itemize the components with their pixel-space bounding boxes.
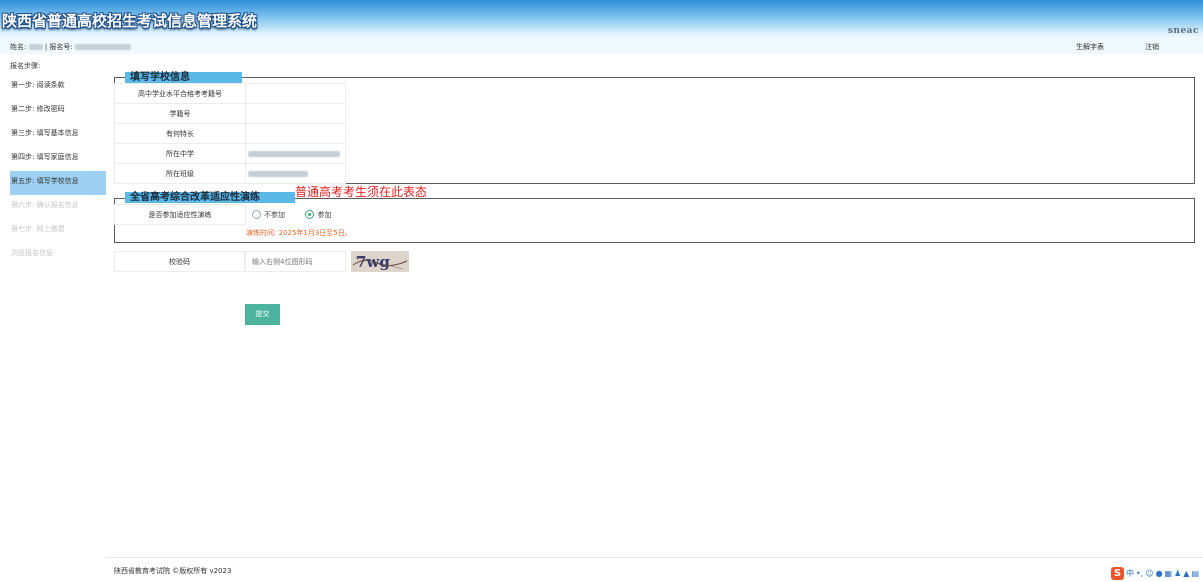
- ime-punct-icon[interactable]: •,: [1136, 569, 1143, 578]
- footer-divider: [106, 557, 1203, 558]
- app-title: 陕西省普通高校招生考试信息管理系统: [2, 12, 258, 30]
- student-id-input[interactable]: [245, 103, 346, 124]
- table-row: 所在中学: [114, 143, 346, 164]
- table-row: 高中学业水平合格考考籍号: [114, 83, 346, 104]
- specialty-label: 有何特长: [114, 123, 246, 144]
- sidebar-steps: 第一步: 阅读条款 第二步: 修改密码 第三步: 填写基本信息 第四步: 填写家…: [10, 75, 106, 267]
- drill-legend: 全省高考综合改革适应性演练: [125, 192, 295, 203]
- school-info-legend: 填写学校信息: [125, 72, 242, 83]
- ime-keyboard-icon[interactable]: ▦: [1165, 569, 1173, 578]
- ime-toolbar: S 中 •, ☺ ● ▦ ♟ ▲ ▤: [1110, 567, 1199, 580]
- table-row: 学籍号: [114, 103, 346, 124]
- table-row: 所在班级: [114, 163, 346, 184]
- radio-not-participate[interactable]: [252, 210, 261, 219]
- submit-button[interactable]: 提交: [245, 304, 280, 325]
- table-row: 有何特长: [114, 123, 346, 144]
- captcha-text: 7wg: [356, 253, 390, 271]
- class-value: [245, 163, 346, 184]
- sidebar-step-4[interactable]: 第四步: 填写家庭信息: [10, 147, 106, 171]
- user-info: 姓名: | 报名号:: [10, 42, 132, 52]
- ime-user-icon[interactable]: ♟: [1174, 569, 1181, 578]
- name-label: 姓名:: [10, 43, 27, 51]
- sidebar-step-6: 第六步: 确认报名信息: [11, 201, 79, 209]
- reg-label: 报名号:: [49, 43, 73, 51]
- user-info-bar: 姓名: | 报名号: 生解字表 注销: [0, 38, 1203, 54]
- drill-question-label: 是否参加适应性演练: [114, 204, 246, 225]
- sidebar-step-browse: 浏览报名信息: [11, 249, 53, 257]
- ime-logo-icon[interactable]: S: [1110, 567, 1124, 580]
- student-id-label: 学籍号: [114, 103, 246, 124]
- sidebar-step-1[interactable]: 第一步: 阅读条款: [10, 75, 106, 99]
- logout-link[interactable]: 注销: [1145, 42, 1159, 52]
- separator: |: [44, 43, 48, 51]
- ime-menu-icon[interactable]: ▤: [1191, 569, 1199, 578]
- sidebar-step-3[interactable]: 第三步: 填写基本信息: [10, 123, 106, 147]
- brand-logo-text: sneac: [1167, 26, 1199, 36]
- school-label: 所在中学: [114, 143, 246, 164]
- header-banner: 陕西省普通高校招生考试信息管理系统 sneac: [0, 0, 1203, 38]
- radio-not-participate-label: 不参加: [264, 210, 285, 219]
- specialty-input[interactable]: [245, 123, 346, 144]
- drill-options: 不参加 参加: [246, 205, 446, 225]
- exam-id-input[interactable]: [245, 83, 346, 104]
- captcha-input[interactable]: [245, 251, 346, 272]
- drill-note: 普通高考考生须在此表态: [295, 185, 428, 199]
- sidebar-step-2[interactable]: 第二步: 修改密码: [10, 99, 106, 123]
- sidebar-step-7: 第七步: 网上缴费: [11, 225, 65, 233]
- new-student-table-link[interactable]: 生解字表: [1076, 42, 1104, 52]
- sidebar-step-5[interactable]: 第五步: 填写学校信息: [10, 171, 106, 195]
- footer-copyright: 陕西省教育考试院 ©版权所有 v2023: [114, 567, 232, 575]
- drill-time-hint: 演练时间: 2025年1月3日至5日。: [246, 229, 352, 237]
- steps-heading: 报名步骤:: [10, 62, 41, 70]
- school-value: [245, 143, 346, 164]
- radio-participate[interactable]: [305, 210, 315, 219]
- ime-emoji-icon[interactable]: ☺: [1145, 569, 1153, 578]
- ime-mic-icon[interactable]: ●: [1156, 569, 1163, 578]
- school-info-table: 高中学业水平合格考考籍号 学籍号 有何特长 所在中学 所在班级: [114, 83, 346, 184]
- captcha-label: 校验码: [114, 251, 245, 272]
- table-row: 是否参加适应性演练 不参加 参加: [114, 204, 446, 225]
- drill-table: 是否参加适应性演练 不参加 参加: [114, 204, 446, 225]
- exam-id-label: 高中学业水平合格考考籍号: [114, 83, 246, 104]
- ime-lang-icon[interactable]: 中: [1126, 568, 1134, 579]
- reg-redacted: [75, 44, 132, 50]
- radio-participate-label: 参加: [317, 210, 332, 219]
- captcha-image[interactable]: 7wg: [351, 251, 409, 272]
- name-redacted: [28, 44, 43, 50]
- class-label: 所在班级: [114, 163, 246, 184]
- ime-skin-icon[interactable]: ▲: [1183, 569, 1189, 578]
